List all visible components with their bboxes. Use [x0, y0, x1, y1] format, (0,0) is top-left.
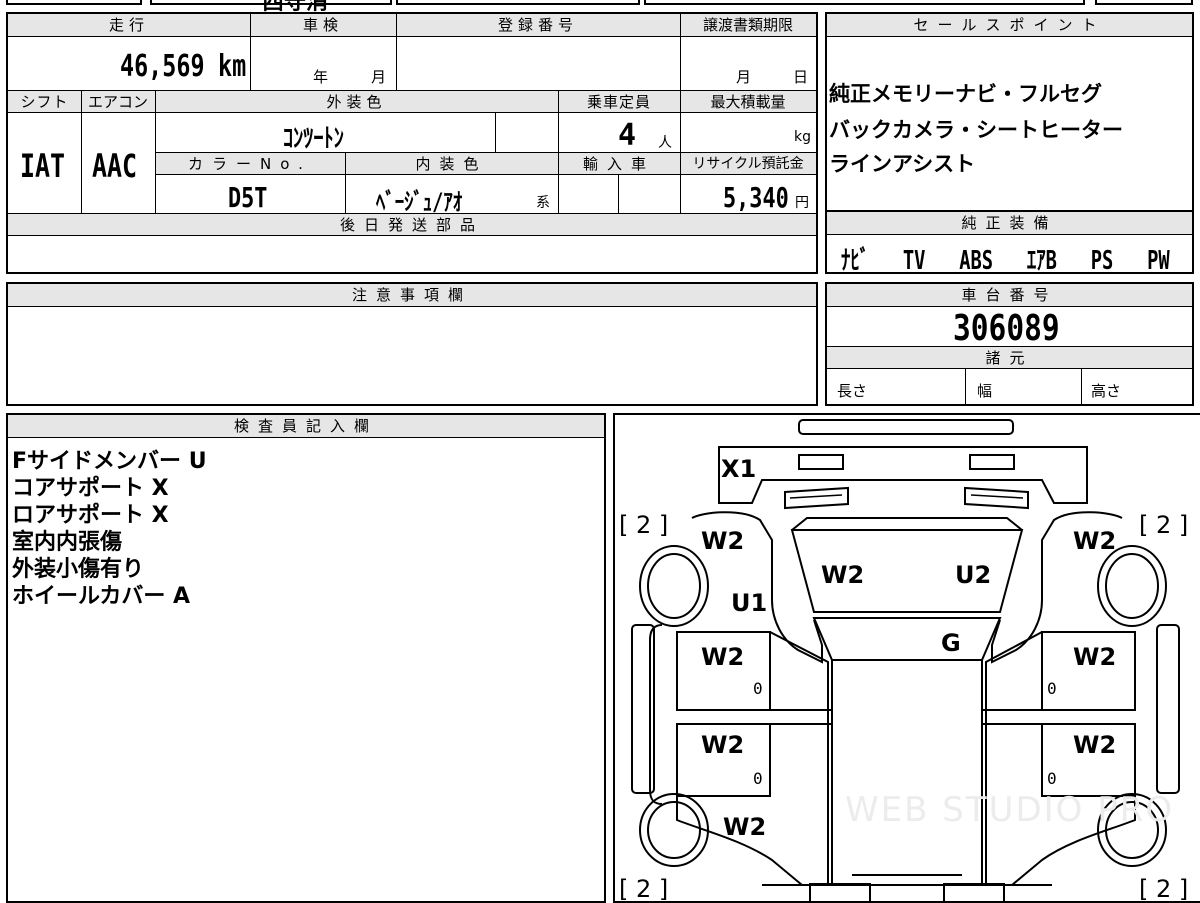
mark-hood-left: W2 — [821, 561, 865, 589]
sales-point-line: バックカメラ・シートヒーター — [829, 118, 1123, 142]
mark-fl-door: W2 — [701, 643, 745, 671]
equipment-item-abs: ABS — [959, 246, 994, 276]
recycle-unit: 円 — [795, 195, 809, 211]
exterior-color-header: 外装色 — [155, 90, 558, 113]
inspector-panel: 検査員記入欄 Fサイドメンバー U コアサポート X ロアサポート X 室内内張… — [6, 413, 606, 903]
notes-panel: 注意事項欄 — [6, 282, 818, 406]
sales-points-header: セールスポイント — [827, 14, 1192, 37]
inspector-line: ホイールカバー A — [12, 584, 191, 609]
mark-fl-wheel-bracket: [ 2 ] — [619, 511, 669, 539]
specs-header: 諸元 — [827, 346, 1192, 369]
max-load-header: 最大積載量 — [680, 90, 816, 113]
mark-rr-wheel-bracket: [ 2 ] — [1139, 875, 1189, 903]
vehicle-info-panel: 走行 車検 登録番号 譲渡書類期限 46,569 km 年 月 月 日 シフト … — [6, 12, 818, 274]
inspection-header: 車検 — [250, 14, 396, 37]
registration-header: 登録番号 — [396, 14, 680, 37]
interior-suffix: 系 — [536, 195, 550, 211]
chassis-header: 車台番号 — [827, 284, 1192, 307]
mark-fr-wheel-bracket: [ 2 ] — [1139, 511, 1189, 539]
mark-hood-right: U2 — [955, 561, 992, 589]
mark-door-zero: 0 — [753, 769, 763, 788]
interior-color-header: 内装色 — [345, 152, 558, 175]
mileage-unit: km — [218, 49, 247, 84]
mark-door-zero: 0 — [753, 679, 763, 698]
genuine-equipment-header: 純正装備 — [827, 212, 1192, 235]
color-no-header: カラーNo. — [155, 152, 345, 175]
watermark: WEB STUDIO PRO — [845, 790, 1175, 830]
shift-header: シフト — [8, 90, 81, 113]
equipment-item-ps: PS — [1090, 246, 1114, 276]
shift-value: IAT — [20, 147, 66, 185]
inspector-header: 検査員記入欄 — [8, 415, 604, 438]
genuine-equipment-panel: 純正装備 ﾅﾋﾞ TV ABS ｴｱB PS PW — [825, 210, 1194, 276]
mark-door-zero: 0 — [1047, 679, 1057, 698]
mark-rl-door: W2 — [701, 731, 745, 759]
capacity-header: 乗車定員 — [558, 90, 680, 113]
import-header: 輸入車 — [558, 152, 680, 175]
mark-rl-quarter: W2 — [723, 813, 767, 841]
mark-door-zero: 0 — [1047, 769, 1057, 788]
transfer-month-unit: 月 — [736, 68, 752, 86]
sales-points-panel: セールスポイント 純正メモリーナビ・フルセグ バックカメラ・シートヒーター ライ… — [825, 12, 1194, 212]
spec-height-label: 高さ — [1091, 382, 1122, 400]
sales-point-line: ラインアシスト — [829, 152, 976, 176]
spec-width-label: 幅 — [977, 382, 993, 400]
sales-point-line: 純正メモリーナビ・フルセグ — [829, 82, 1102, 106]
mark-front-bumper: X1 — [721, 455, 757, 483]
inspection-month-unit: 月 — [371, 68, 387, 86]
equipment-item-nav: ﾅﾋﾞ — [841, 246, 870, 276]
mileage-header: 走行 — [8, 14, 250, 37]
spec-length-label: 長さ — [837, 382, 868, 400]
exterior-color-value: ｺﾝﾂｰﾄﾝ — [283, 124, 344, 154]
mark-windshield: G — [941, 629, 961, 657]
transfer-day-unit: 日 — [793, 68, 809, 86]
mark-fr-fender: W2 — [1073, 527, 1117, 555]
equipment-item-tv: TV — [902, 246, 926, 276]
capacity-unit: 人 — [658, 135, 672, 151]
chassis-panel: 車台番号 306089 諸元 長さ 幅 高さ — [825, 282, 1194, 406]
interior-color-value: ﾍﾞｰｼﾞｭ/ｱｵ — [376, 188, 463, 216]
mileage-value: 46,569 — [120, 49, 205, 84]
mark-fl-fender: W2 — [701, 527, 745, 555]
top-strip: 西守消 — [0, 0, 1200, 15]
mark-rl-wheel-bracket: [ 2 ] — [619, 875, 669, 903]
notes-header: 注意事項欄 — [8, 284, 816, 307]
mark-rr-door: W2 — [1073, 731, 1117, 759]
chassis-number: 306089 — [953, 308, 1060, 349]
transfer-deadline-header: 譲渡書類期限 — [680, 14, 816, 37]
inspection-year-unit: 年 — [313, 68, 329, 86]
car-diagram-panel: WEB STUDIO PRO X1 [ 2 ] [ 2 ] W2 W2 W2 U… — [613, 413, 1200, 903]
color-no-value: D5T — [228, 181, 268, 214]
max-load-unit: kg — [794, 129, 811, 145]
recycle-header: リサイクル預託金 — [680, 152, 816, 175]
aircon-header: エアコン — [81, 90, 155, 113]
later-parts-header: 後日発送部品 — [8, 213, 816, 236]
capacity-value: 4 — [618, 118, 637, 153]
aircon-value: AAC — [92, 147, 138, 185]
mark-fl-apron: U1 — [731, 589, 768, 617]
mark-fr-door: W2 — [1073, 643, 1117, 671]
equipment-item-pw: PW — [1147, 246, 1170, 276]
equipment-item-airbag: ｴｱB — [1026, 246, 1057, 276]
